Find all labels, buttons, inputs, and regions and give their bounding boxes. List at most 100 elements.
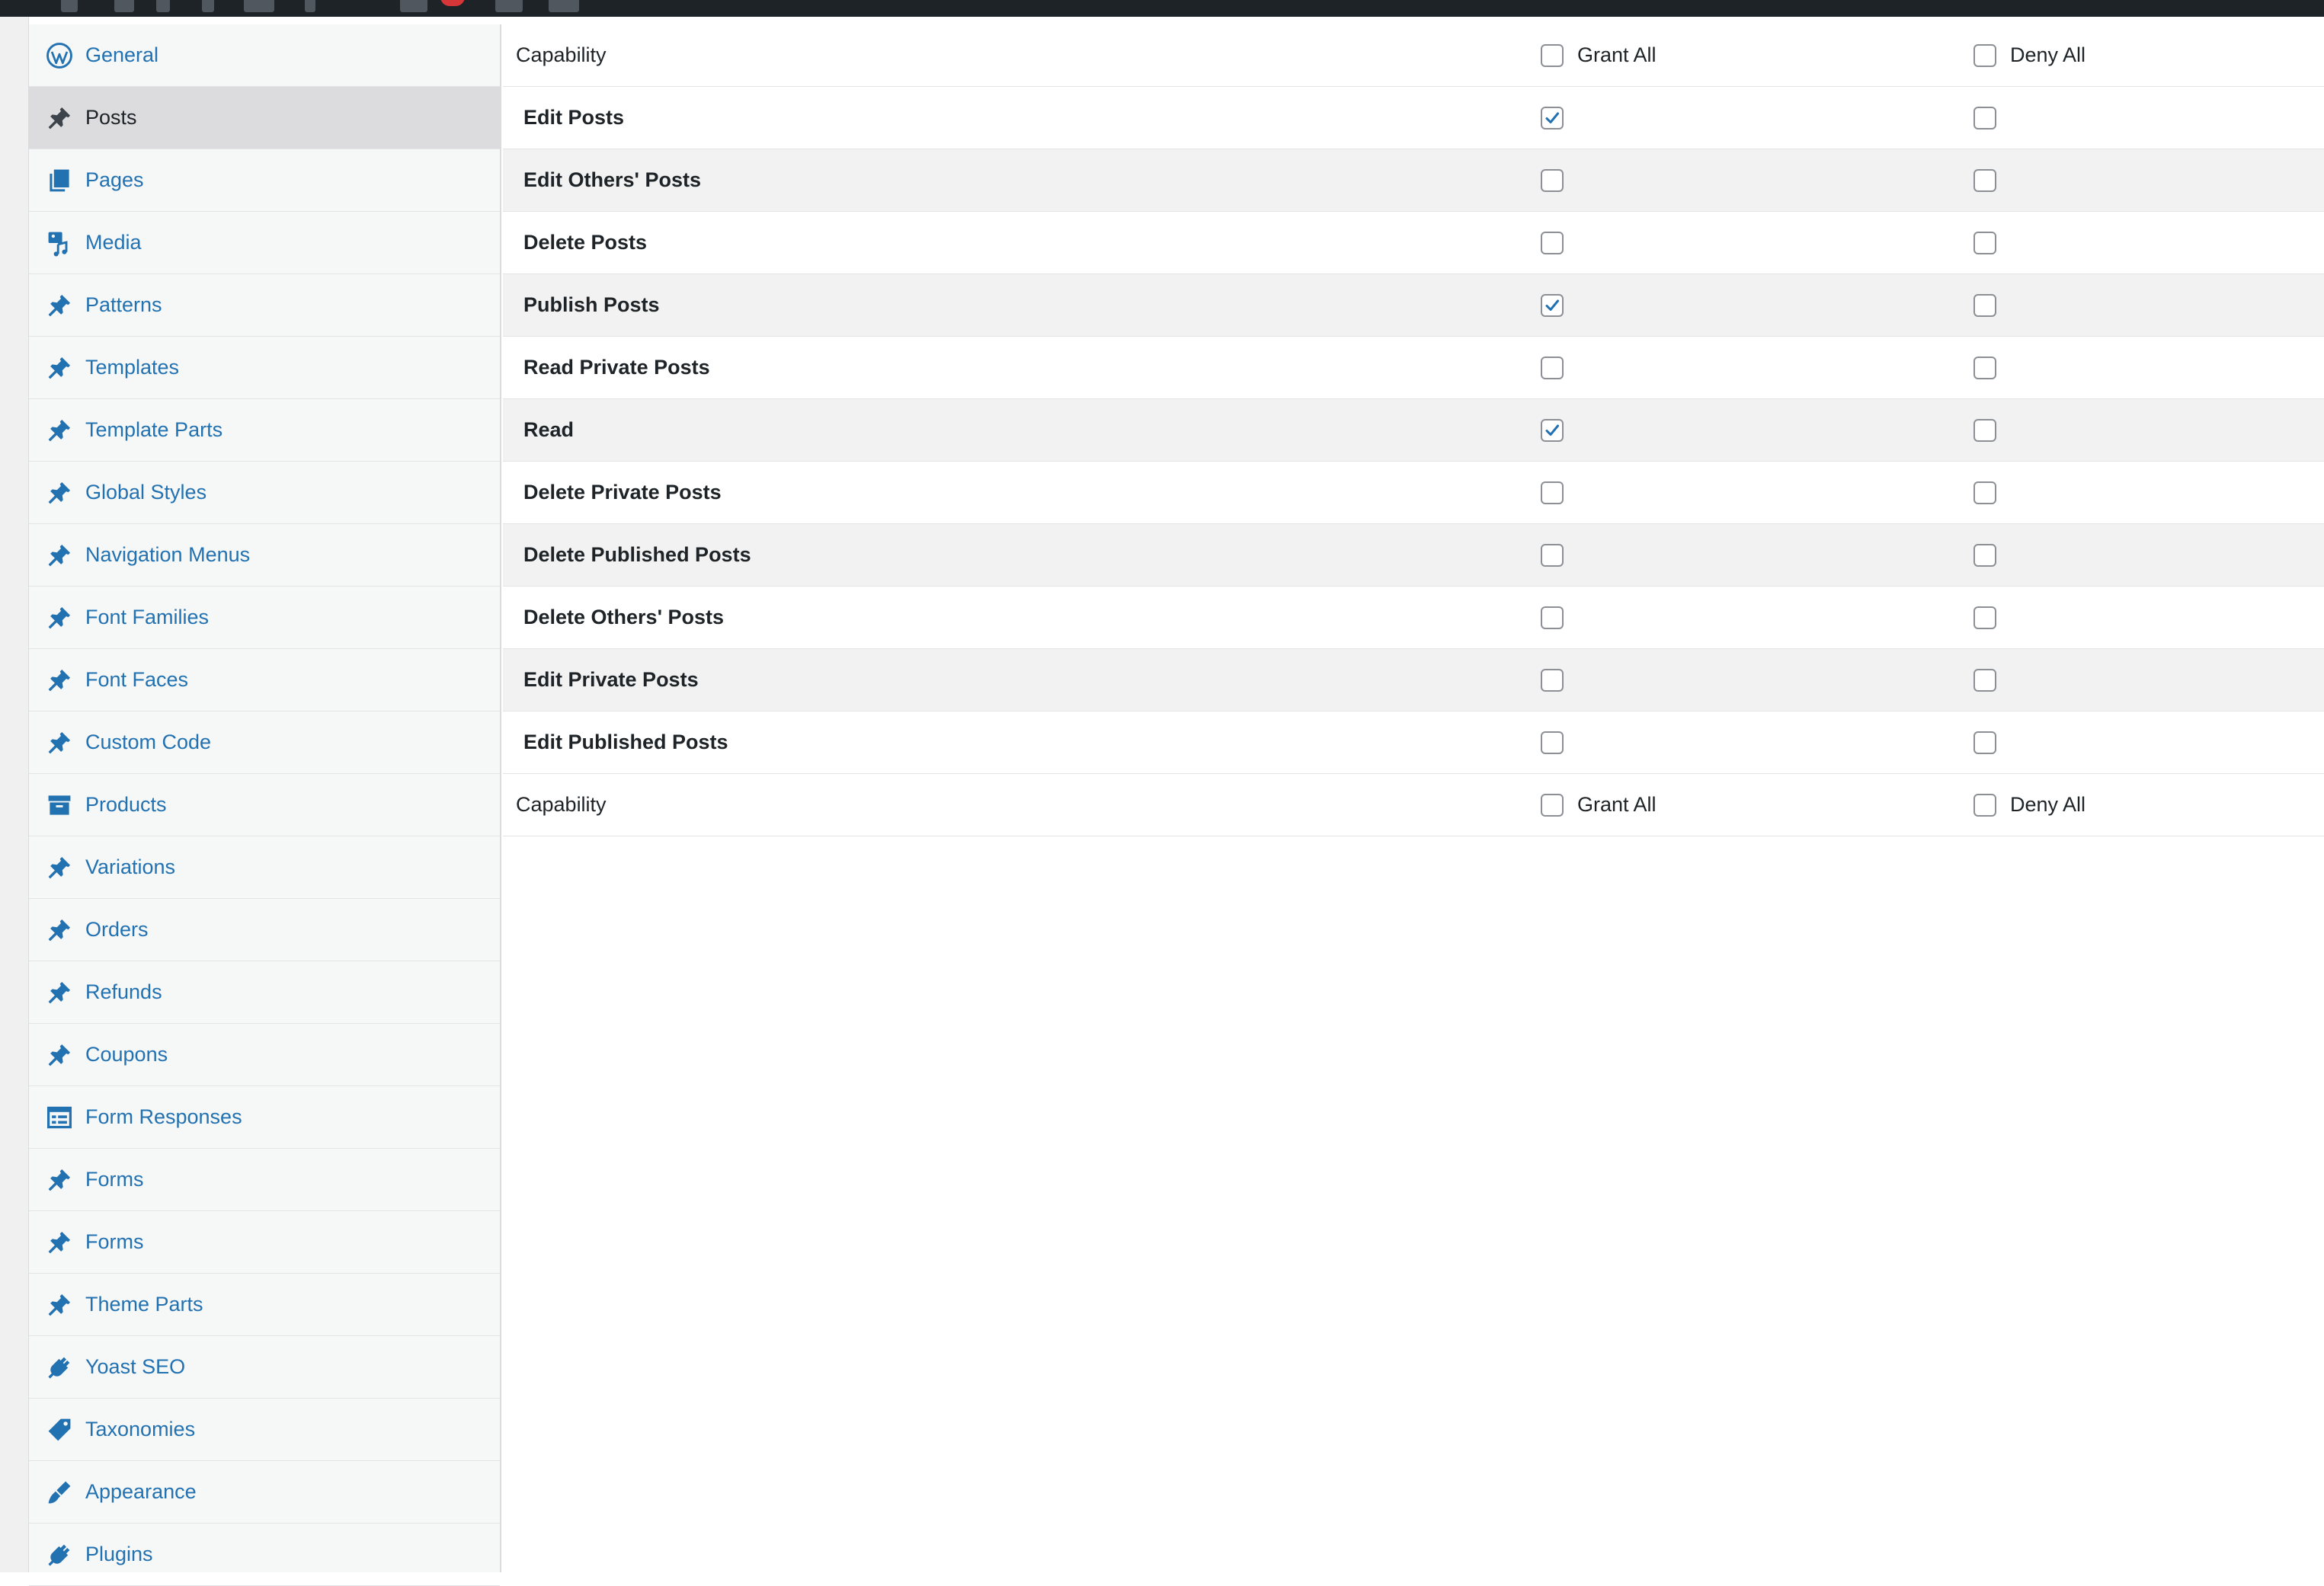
pin-icon xyxy=(46,354,73,382)
table-row: Read Private Posts xyxy=(503,337,2324,399)
deny-checkbox[interactable] xyxy=(1973,731,1996,754)
pin-icon xyxy=(46,604,73,632)
deny-checkbox[interactable] xyxy=(1973,232,1996,254)
grant-checkbox[interactable] xyxy=(1541,481,1564,504)
table-row: Delete Private Posts xyxy=(503,462,2324,524)
grant-all-label[interactable]: Grant All xyxy=(1577,793,1657,817)
sidebar-item-label: Patterns xyxy=(85,293,162,316)
grant-checkbox[interactable] xyxy=(1541,731,1564,754)
capability-name: Edit Others' Posts xyxy=(523,168,701,191)
sidebar-item-media[interactable]: Media xyxy=(29,212,500,274)
sidebar-item-label: Yoast SEO xyxy=(85,1355,186,1378)
capability-name: Read Private Posts xyxy=(523,356,710,379)
grant-checkbox[interactable] xyxy=(1541,169,1564,192)
feedback-icon xyxy=(46,1104,73,1131)
table-row: Read xyxy=(503,399,2324,462)
sidebar-item-navigation-menus[interactable]: Navigation Menus xyxy=(29,524,500,587)
sidebar-item-taxonomies[interactable]: Taxonomies xyxy=(29,1399,500,1461)
deny-checkbox[interactable] xyxy=(1973,357,1996,379)
sidebar-item-global-styles[interactable]: Global Styles xyxy=(29,462,500,524)
comments-icon[interactable] xyxy=(400,0,427,12)
sidebar-item-forms[interactable]: Forms xyxy=(29,1211,500,1274)
sidebar-item-variations[interactable]: Variations xyxy=(29,836,500,899)
pin-icon xyxy=(46,479,73,507)
admin-bar-item[interactable] xyxy=(61,0,78,12)
deny-all-label[interactable]: Deny All xyxy=(2010,793,2086,817)
sidebar-item-coupons[interactable]: Coupons xyxy=(29,1024,500,1086)
deny-checkbox[interactable] xyxy=(1973,669,1996,692)
deny-checkbox[interactable] xyxy=(1973,294,1996,317)
grant-checkbox[interactable] xyxy=(1541,544,1564,567)
grant-all-label[interactable]: Grant All xyxy=(1577,43,1657,67)
grant-checkbox[interactable] xyxy=(1541,419,1564,442)
admin-bar-item[interactable] xyxy=(549,0,579,12)
sidebar-item-label: Coupons xyxy=(85,1043,168,1066)
deny-checkbox[interactable] xyxy=(1973,107,1996,130)
deny-checkbox[interactable] xyxy=(1973,544,1996,567)
admin-bar-item[interactable] xyxy=(244,0,274,12)
sidebar-item-appearance[interactable]: Appearance xyxy=(29,1461,500,1524)
grant-checkbox[interactable] xyxy=(1541,232,1564,254)
sidebar-item-label: Media xyxy=(85,231,142,254)
pages-icon xyxy=(46,167,73,194)
sidebar-item-theme-parts[interactable]: Theme Parts xyxy=(29,1274,500,1336)
deny-all-checkbox[interactable] xyxy=(1973,794,1996,817)
pin-icon xyxy=(46,979,73,1006)
capability-name: Publish Posts xyxy=(523,293,660,316)
sidebar-item-label: Theme Parts xyxy=(85,1293,203,1316)
sidebar-item-products[interactable]: Products xyxy=(29,774,500,836)
table-row: Delete Published Posts xyxy=(503,524,2324,587)
admin-bar-item[interactable] xyxy=(202,0,214,12)
sidebar-item-label: Font Families xyxy=(85,606,210,628)
pin-icon xyxy=(46,1166,73,1194)
sidebar-item-general[interactable]: General xyxy=(29,24,500,87)
sidebar-item-yoast-seo[interactable]: Yoast SEO xyxy=(29,1336,500,1399)
sidebar-item-posts[interactable]: Posts xyxy=(29,87,500,149)
table-row: Delete Others' Posts xyxy=(503,587,2324,649)
checkmark-icon xyxy=(1545,299,1559,311)
deny-all-label[interactable]: Deny All xyxy=(2010,43,2086,67)
sidebar-item-forms[interactable]: Forms xyxy=(29,1149,500,1211)
sidebar-item-templates[interactable]: Templates xyxy=(29,337,500,399)
sidebar-item-label: Navigation Menus xyxy=(85,543,251,566)
grant-checkbox[interactable] xyxy=(1541,606,1564,629)
deny-checkbox[interactable] xyxy=(1973,481,1996,504)
deny-checkbox[interactable] xyxy=(1973,169,1996,192)
admin-menu-edge xyxy=(0,17,29,1572)
grant-all-checkbox[interactable] xyxy=(1541,44,1564,67)
media-icon xyxy=(46,229,73,257)
grant-checkbox[interactable] xyxy=(1541,294,1564,317)
capability-name: Read xyxy=(523,418,575,441)
sidebar-item-label: Template Parts xyxy=(85,418,223,441)
capability-name: Delete Posts xyxy=(523,231,648,254)
sidebar-item-label: Global Styles xyxy=(85,481,207,504)
capability-table: Capability Grant All Deny All Edit Posts Edi… xyxy=(503,24,2324,1572)
grant-all-checkbox[interactable] xyxy=(1541,794,1564,817)
sidebar-item-font-faces[interactable]: Font Faces xyxy=(29,649,500,711)
grant-checkbox[interactable] xyxy=(1541,107,1564,130)
notification-badge xyxy=(440,0,465,6)
sidebar-item-patterns[interactable]: Patterns xyxy=(29,274,500,337)
deny-all-checkbox[interactable] xyxy=(1973,44,1996,67)
sidebar-item-label: Pages xyxy=(85,168,144,191)
admin-bar-item[interactable] xyxy=(114,0,134,12)
admin-bar-item[interactable] xyxy=(495,0,523,12)
grant-checkbox[interactable] xyxy=(1541,669,1564,692)
capability-name: Edit Published Posts xyxy=(523,731,728,753)
deny-checkbox[interactable] xyxy=(1973,419,1996,442)
admin-bar-item[interactable] xyxy=(305,0,315,12)
sidebar-item-orders[interactable]: Orders xyxy=(29,899,500,961)
sidebar-item-form-responses[interactable]: Form Responses xyxy=(29,1086,500,1149)
deny-checkbox[interactable] xyxy=(1973,606,1996,629)
sidebar-item-font-families[interactable]: Font Families xyxy=(29,587,500,649)
pin-icon xyxy=(46,1041,73,1069)
grant-checkbox[interactable] xyxy=(1541,357,1564,379)
sidebar-item-template-parts[interactable]: Template Parts xyxy=(29,399,500,462)
sidebar-item-pages[interactable]: Pages xyxy=(29,149,500,212)
tag-icon xyxy=(46,1416,73,1444)
admin-bar-item[interactable] xyxy=(156,0,170,12)
sidebar-item-refunds[interactable]: Refunds xyxy=(29,961,500,1024)
sidebar-item-plugins[interactable]: Plugins xyxy=(29,1524,500,1586)
sidebar-item-label: Products xyxy=(85,793,167,816)
sidebar-item-custom-code[interactable]: Custom Code xyxy=(29,711,500,774)
